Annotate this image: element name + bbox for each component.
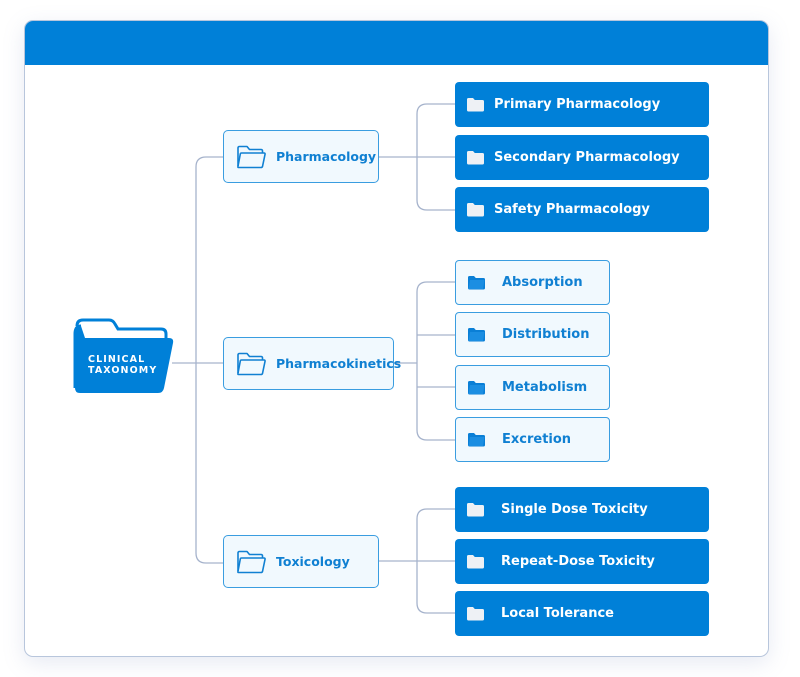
leaf-absorption[interactable]: Absorption [455,260,610,305]
root-label-line1: CLINICAL [88,354,146,365]
leaf-local-tolerance[interactable]: Local Tolerance [455,591,709,636]
root-label-line2: TAXONOMY [88,365,158,376]
leaf-label: Secondary Pharmacology [494,150,680,165]
leaf-label: Single Dose Toxicity [501,502,648,517]
leaf-label: Excretion [502,432,572,447]
folder-icon [468,433,485,447]
folder-icon [467,151,484,165]
folder-outline-icon [237,550,266,573]
leaf-label: Primary Pharmacology [494,97,661,112]
leaf-label: Safety Pharmacology [494,202,650,217]
folder-icon [467,98,484,112]
leaf-primary-pharmacology[interactable]: Primary Pharmacology [455,82,709,127]
folder-icon [467,607,484,621]
folder-icon [468,328,485,342]
category-toxicology[interactable]: Toxicology [223,535,379,588]
leaf-metabolism[interactable]: Metabolism [455,365,610,410]
folder-icon [467,203,484,217]
category-label: Toxicology [276,554,350,569]
folder-icon [467,503,484,517]
leaf-label: Metabolism [502,380,588,395]
category-label: Pharmacokinetics [276,356,402,371]
leaf-label: Absorption [502,275,583,290]
folder-icon [468,381,485,395]
leaf-label: Local Tolerance [501,606,614,621]
leaf-single-dose-toxicity[interactable]: Single Dose Toxicity [455,487,709,532]
leaf-repeat-dose-toxicity[interactable]: Repeat-Dose Toxicity [455,539,709,584]
folder-icon [468,276,485,290]
category-pharmacokinetics[interactable]: Pharmacokinetics [223,337,401,390]
folder-outline-icon [237,145,266,168]
category-pharmacology[interactable]: Pharmacology [223,130,379,183]
root-node[interactable]: CLINICAL TAXONOMY [73,318,175,394]
leaf-secondary-pharmacology[interactable]: Secondary Pharmacology [455,135,709,180]
leaf-label: Distribution [502,327,590,342]
category-label: Pharmacology [276,149,377,164]
leaf-safety-pharmacology[interactable]: Safety Pharmacology [455,187,709,232]
folder-icon [467,555,484,569]
folder-outline-icon [237,352,266,375]
leaf-distribution[interactable]: Distribution [455,312,610,357]
card-header [25,21,768,65]
leaf-label: Repeat-Dose Toxicity [501,554,655,569]
leaf-excretion[interactable]: Excretion [455,417,610,462]
